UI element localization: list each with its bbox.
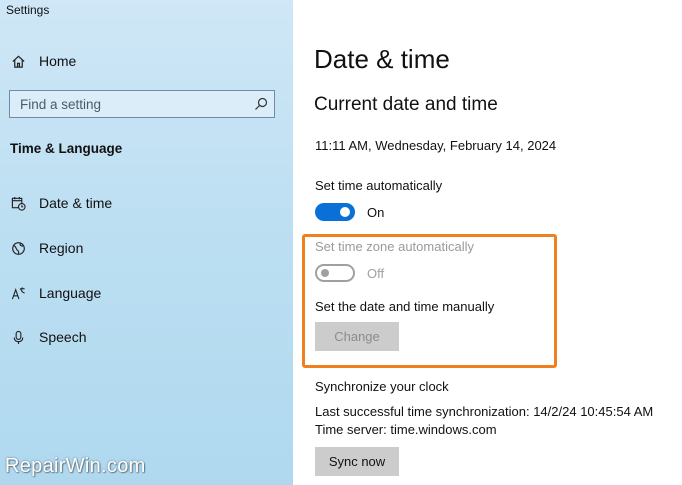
last-sync-text: Last successful time synchronization: 14… <box>315 404 654 419</box>
home-icon <box>10 53 26 69</box>
microphone-icon <box>10 329 26 345</box>
sidebar-item-region[interactable]: Region <box>0 233 293 263</box>
sync-heading: Synchronize your clock <box>315 379 449 394</box>
watermark: RepairWin.com <box>5 455 146 477</box>
sidebar-item-label: Home <box>39 53 77 69</box>
current-datetime: 11:11 AM, Wednesday, February 14, 2024 <box>315 138 557 153</box>
window-title: Settings <box>6 3 50 17</box>
sidebar-item-speech[interactable]: Speech <box>0 322 293 352</box>
search-icon[interactable] <box>254 97 268 111</box>
sidebar-item-home[interactable]: Home <box>0 46 293 76</box>
language-icon <box>10 285 26 301</box>
set-time-auto-label: Set time automatically <box>315 178 443 193</box>
page-title: Date & time <box>314 44 450 74</box>
sync-now-button[interactable]: Sync now <box>315 447 399 476</box>
search-input[interactable] <box>10 95 252 113</box>
sidebar-item-label: Speech <box>39 329 87 345</box>
search-box[interactable] <box>9 90 275 118</box>
sidebar: Settings Home Time & Language <box>0 0 293 485</box>
sidebar-item-label: Region <box>39 240 84 256</box>
sidebar-item-date-time[interactable]: Date & time <box>0 188 293 218</box>
highlight-box <box>302 234 557 368</box>
calendar-clock-icon <box>10 195 26 211</box>
set-time-auto-toggle[interactable] <box>315 203 355 221</box>
sidebar-item-label: Language <box>39 285 102 301</box>
section-title: Current date and time <box>314 94 498 115</box>
set-time-auto-state: On <box>367 205 385 220</box>
globe-icon <box>10 240 26 256</box>
sidebar-item-language[interactable]: Language <box>0 278 293 308</box>
section-heading: Time & Language <box>10 141 123 156</box>
sidebar-item-label: Date & time <box>39 195 113 211</box>
time-server-text: Time server: time.windows.com <box>315 422 497 437</box>
